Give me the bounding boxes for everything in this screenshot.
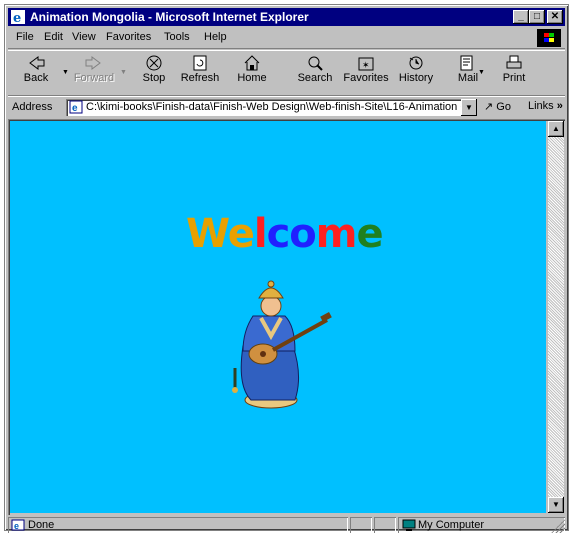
back-button[interactable]: Back (12, 53, 60, 93)
welcome-letter: c (266, 211, 291, 257)
go-arrow-icon: ↗ (484, 101, 494, 113)
stop-icon (146, 55, 162, 71)
mail-icon (460, 55, 473, 71)
stop-button[interactable]: Stop (130, 53, 178, 93)
windows-flag-icon (537, 29, 561, 47)
address-bar: Address e C:\kimi-books\Finish-data\Fini… (8, 96, 565, 119)
forward-button[interactable]: Forward (70, 53, 118, 93)
browser-window: e Animation Mongolia - Microsoft Interne… (4, 4, 569, 534)
svg-text:✶: ✶ (362, 60, 370, 70)
scroll-down-button[interactable]: ▼ (548, 497, 564, 513)
my-computer-icon (402, 519, 416, 531)
menu-tools[interactable]: Tools (164, 31, 190, 43)
svg-text:e: e (14, 521, 19, 531)
printer-icon (506, 55, 522, 69)
address-label: Address (12, 101, 53, 113)
menu-bar: File Edit View Favorites Tools Help (8, 28, 565, 49)
mongolian-lute-player-image (232, 280, 332, 409)
close-button[interactable]: ✕ (547, 10, 563, 24)
welcome-letter: o (289, 211, 317, 257)
scroll-up-button[interactable]: ▲ (548, 121, 564, 137)
home-button[interactable]: Home (228, 53, 276, 93)
ie-logo-icon: e (11, 10, 25, 25)
welcome-letter: e (227, 211, 255, 257)
menu-file[interactable]: File (16, 31, 34, 43)
links-button[interactable]: Links » (528, 100, 563, 112)
back-arrow-icon (29, 56, 45, 70)
forward-dropdown-icon[interactable]: ▼ (120, 69, 127, 76)
status-text: Done (28, 519, 55, 531)
svg-text:e: e (72, 103, 78, 114)
mail-dropdown-icon[interactable]: ▼ (478, 69, 485, 76)
status-panel-progress (350, 517, 372, 533)
welcome-letter: m (315, 211, 358, 257)
favorites-icon: ✶ (358, 57, 374, 71)
welcome-letter: l (253, 211, 268, 257)
go-button[interactable]: ↗ Go (484, 100, 511, 113)
welcome-letter: W (186, 211, 229, 257)
title-bar: e Animation Mongolia - Microsoft Interne… (8, 8, 565, 26)
forward-arrow-icon (85, 56, 101, 70)
zone-text: My Computer (418, 519, 485, 531)
back-dropdown-icon[interactable]: ▼ (62, 69, 69, 76)
menu-edit[interactable]: Edit (44, 31, 63, 43)
window-title: Animation Mongolia - Microsoft Internet … (30, 10, 309, 24)
welcome-heading: Welcome (186, 211, 384, 257)
favorites-button[interactable]: ✶ Favorites (342, 53, 390, 93)
history-button[interactable]: History (392, 53, 440, 93)
refresh-icon (193, 55, 207, 71)
home-icon (244, 55, 260, 71)
welcome-letter: e (356, 211, 383, 257)
standard-toolbar: Back ▼ Forward ▼ Stop Refresh Home Searc… (8, 50, 565, 96)
address-dropdown-button[interactable]: ▼ (461, 99, 477, 116)
print-button[interactable]: Print (490, 53, 538, 93)
page-icon: e (69, 100, 83, 114)
status-panel-offline (374, 517, 396, 533)
status-panel-main: e Done (8, 517, 348, 533)
address-url: C:\kimi-books\Finish-data\Finish-Web Des… (86, 101, 461, 113)
page-viewport: Welcome ▲ ▼ (8, 119, 565, 515)
history-icon (409, 56, 423, 70)
address-input[interactable]: e C:\kimi-books\Finish-data\Finish-Web D… (66, 99, 461, 116)
search-button[interactable]: Search (291, 53, 339, 93)
menu-help[interactable]: Help (204, 31, 227, 43)
chevron-right-icon: » (556, 100, 563, 112)
resize-grip[interactable] (551, 519, 565, 533)
menu-view[interactable]: View (72, 31, 96, 43)
vertical-scrollbar[interactable]: ▲ ▼ (548, 121, 564, 513)
page-done-icon: e (11, 519, 25, 531)
maximize-button[interactable]: □ (529, 10, 545, 24)
page-content: Welcome (10, 121, 546, 513)
svg-text:e: e (13, 11, 21, 25)
refresh-button[interactable]: Refresh (176, 53, 224, 93)
menu-favorites[interactable]: Favorites (106, 31, 151, 43)
minimize-button[interactable]: _ (513, 10, 529, 24)
status-bar: e Done My Computer (8, 516, 565, 534)
status-panel-zone: My Computer (398, 517, 565, 533)
search-icon (308, 56, 323, 71)
